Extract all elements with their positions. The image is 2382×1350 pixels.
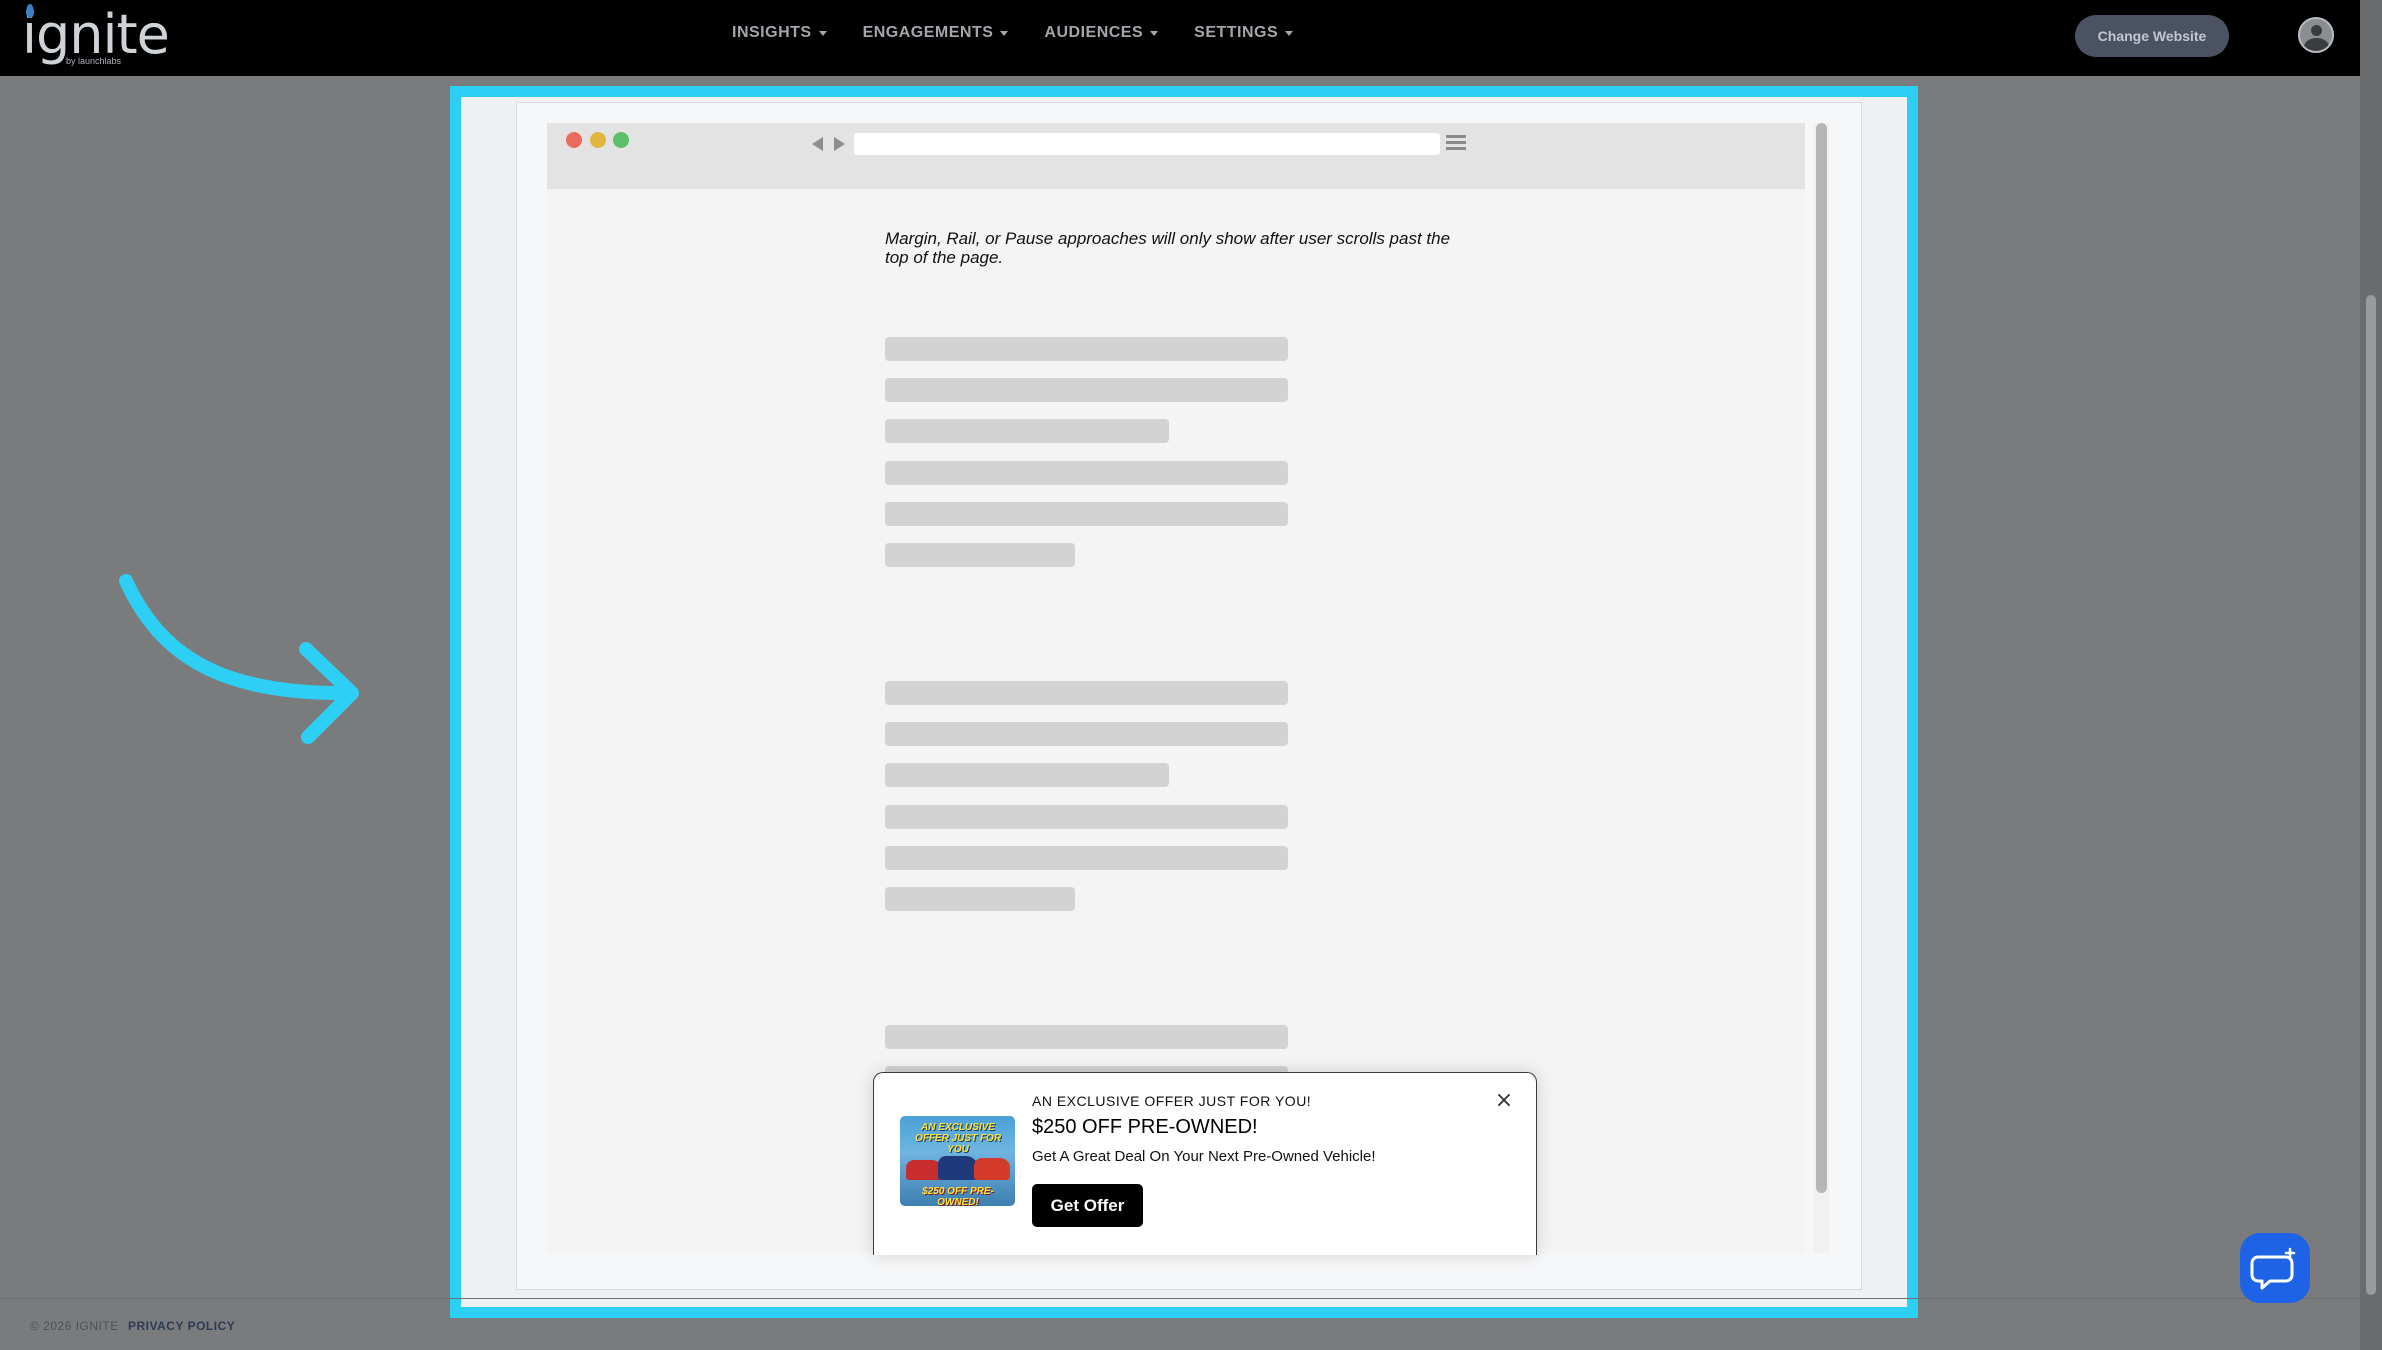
- placeholder-line: [885, 887, 1075, 911]
- chat-bubble-icon: [2250, 1247, 2296, 1290]
- user-avatar-icon[interactable]: [2298, 17, 2334, 53]
- placeholder-line: [885, 805, 1288, 829]
- car-shape: [974, 1158, 1010, 1180]
- preview-highlight-frame: Margin, Rail, or Pause approaches will o…: [450, 86, 1918, 1318]
- flame-icon: [26, 4, 34, 18]
- back-arrow-icon: [812, 137, 823, 151]
- close-icon[interactable]: ×: [1492, 1089, 1516, 1113]
- nav-insights-label: INSIGHTS: [732, 24, 812, 41]
- offer-image-headline: AN EXCLUSIVE OFFER JUST FOR YOU: [914, 1122, 1002, 1155]
- change-website-button[interactable]: Change Website: [2075, 15, 2229, 57]
- placeholder-line: [885, 1025, 1288, 1049]
- mock-browser: Margin, Rail, or Pause approaches will o…: [547, 123, 1805, 1255]
- placeholder-line: [885, 337, 1288, 361]
- placeholder-line: [885, 461, 1288, 485]
- placeholder-line: [885, 378, 1288, 402]
- mock-browser-toolbar: [547, 123, 1805, 189]
- main-menu: INSIGHTS ENGAGEMENTS AUDIENCES SETTINGS: [732, 24, 1294, 42]
- nav-settings-label: SETTINGS: [1194, 24, 1279, 41]
- offer-subtitle: Get A Great Deal On Your Next Pre-Owned …: [1032, 1148, 1376, 1165]
- window-minimize-dot: [590, 132, 606, 148]
- nav-engagements-label: ENGAGEMENTS: [862, 24, 994, 41]
- nav-engagements[interactable]: ENGAGEMENTS: [863, 24, 1009, 42]
- hamburger-menu-icon: [1446, 135, 1466, 155]
- top-nav: ignite by launchlabs INSIGHTS ENGAGEMENT…: [0, 0, 2360, 76]
- placeholder-line: [885, 846, 1288, 870]
- privacy-policy-link[interactable]: PRIVACY POLICY: [128, 1319, 235, 1333]
- preview-card: Margin, Rail, or Pause approaches will o…: [516, 102, 1862, 1290]
- approach-note: Margin, Rail, or Pause approaches will o…: [885, 229, 1451, 267]
- offer-image: AN EXCLUSIVE OFFER JUST FOR YOU $250 OFF…: [900, 1116, 1015, 1206]
- offer-image-price: $250 OFF PRE-OWNED!: [922, 1186, 994, 1206]
- avatar-head: [2311, 25, 2322, 36]
- get-offer-button[interactable]: Get Offer: [1032, 1184, 1143, 1227]
- placeholder-line: [885, 502, 1288, 526]
- placeholder-line: [885, 763, 1169, 787]
- offer-popup: AN EXCLUSIVE OFFER JUST FOR YOU $250 OFF…: [873, 1072, 1537, 1255]
- placeholder-line: [885, 722, 1288, 746]
- chevron-down-icon: [1000, 30, 1009, 36]
- nav-audiences[interactable]: AUDIENCES: [1044, 24, 1159, 42]
- page-scrollbar-thumb[interactable]: [2366, 295, 2376, 1295]
- placeholder-line: [885, 681, 1288, 705]
- car-shape: [906, 1160, 942, 1180]
- logo-subtitle: by launchlabs: [66, 56, 122, 66]
- copyright-text: © 2026 IGNITE: [30, 1319, 119, 1333]
- chevron-down-icon: [1285, 30, 1294, 36]
- window-close-dot: [566, 132, 582, 148]
- ignite-logo[interactable]: ignite by launchlabs: [22, 3, 170, 66]
- car-shape: [938, 1156, 978, 1180]
- footer: © 2026 IGNITE PRIVACY POLICY: [0, 1298, 2360, 1350]
- placeholder-line: [885, 419, 1169, 443]
- nav-settings[interactable]: SETTINGS: [1194, 24, 1294, 42]
- avatar-body: [2304, 38, 2329, 51]
- nav-audiences-label: AUDIENCES: [1044, 24, 1144, 41]
- curved-arrow-icon: [119, 574, 359, 744]
- forward-arrow-icon: [834, 137, 845, 151]
- page-scrollbar[interactable]: [2360, 0, 2382, 1350]
- window-maximize-dot: [613, 132, 629, 148]
- chat-support-button[interactable]: [2240, 1233, 2310, 1303]
- offer-title: $250 OFF PRE-OWNED!: [1032, 1116, 1258, 1138]
- chevron-down-icon: [818, 30, 827, 36]
- offer-eyebrow: AN EXCLUSIVE OFFER JUST FOR YOU!: [1032, 1093, 1312, 1109]
- preview-scrollbar-thumb[interactable]: [1816, 123, 1827, 1193]
- logo-wordmark: ignite: [22, 3, 170, 66]
- mock-url-bar: [854, 133, 1440, 155]
- placeholder-line: [885, 543, 1075, 567]
- nav-insights[interactable]: INSIGHTS: [732, 24, 827, 42]
- chevron-down-icon: [1150, 30, 1159, 36]
- preview-scrollbar[interactable]: [1813, 123, 1829, 1253]
